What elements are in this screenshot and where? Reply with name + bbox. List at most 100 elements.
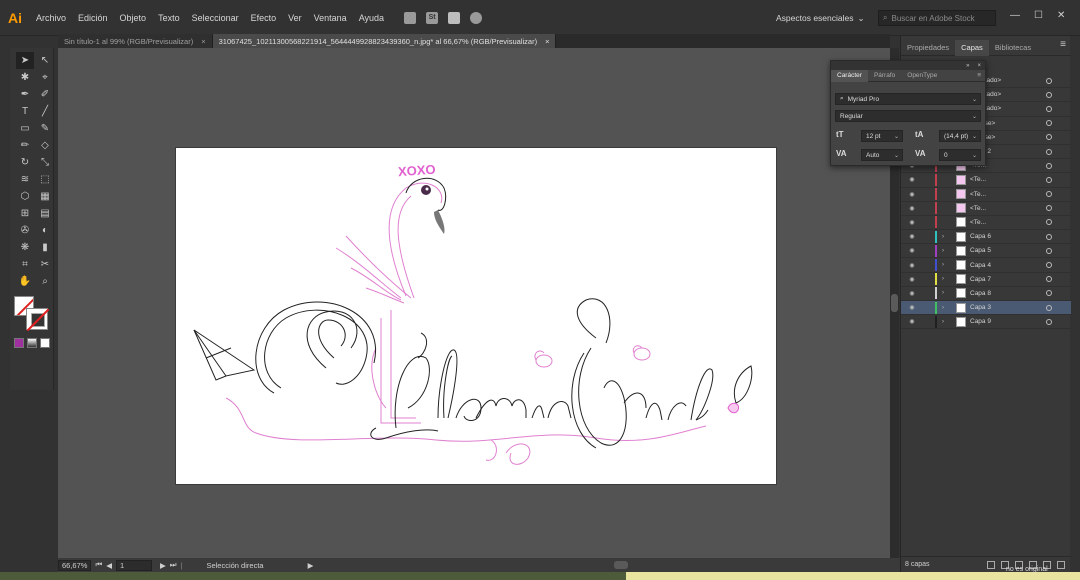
zoom-tool[interactable]: ⌕ [36, 273, 54, 290]
target-icon[interactable] [1046, 262, 1052, 269]
next-artboard-icon[interactable]: ▶ [160, 561, 166, 570]
kerning-field[interactable]: Auto ⌄ [861, 149, 903, 161]
line-segment-tool[interactable]: ╱ [36, 103, 54, 120]
target-icon[interactable] [1046, 134, 1052, 141]
layer-row[interactable]: ◉ <Te... [901, 202, 1071, 216]
trash-icon[interactable] [1057, 560, 1065, 569]
target-icon[interactable] [1046, 91, 1052, 98]
maximize-button[interactable]: ☐ [1034, 10, 1043, 21]
panel-menu-icon[interactable]: ≡ [977, 72, 985, 79]
artboard[interactable]: XOXO [176, 148, 776, 484]
fill-stroke-swatches[interactable] [14, 296, 52, 332]
tab-document-untitled[interactable]: Sin título-1 al 99% (RGB/Previsualizar) … [58, 34, 213, 48]
target-icon[interactable] [1046, 219, 1052, 226]
last-artboard-icon[interactable]: ⏭ [170, 560, 177, 570]
layer-row[interactable]: ◉ <Te... [901, 188, 1071, 202]
menu-archivo[interactable]: Archivo [30, 13, 72, 23]
gpu-icon[interactable] [470, 11, 483, 24]
target-icon[interactable] [1046, 205, 1052, 212]
adobe-stock-search[interactable]: ⌕ Buscar en Adobe Stock [878, 10, 996, 26]
visibility-eye-icon[interactable]: ◉ [907, 233, 917, 240]
perspective-grid-tool[interactable]: ▦ [36, 188, 54, 205]
rotate-tool[interactable]: ↻ [16, 154, 34, 171]
visibility-eye-icon[interactable]: ◉ [907, 205, 917, 212]
layer-row[interactable]: ◉ › Capa 6 [901, 230, 1071, 245]
menu-seleccionar[interactable]: Seleccionar [186, 13, 245, 23]
target-icon[interactable] [1046, 176, 1052, 183]
scale-tool[interactable]: ⤡ [36, 154, 54, 171]
slice-tool[interactable]: ✂ [36, 256, 54, 273]
close-icon[interactable]: × [545, 37, 549, 46]
visibility-eye-icon[interactable]: ◉ [907, 262, 917, 269]
artboard-number-field[interactable]: 1 [115, 559, 152, 571]
layer-row[interactable]: ◉ › Capa 8 [901, 287, 1071, 301]
none-mode-button[interactable] [40, 338, 50, 348]
tab-document-flamingo[interactable]: 31067425_10211300568221914_5644449928823… [212, 34, 557, 48]
selection-tool[interactable]: ➤ [16, 52, 34, 69]
bridge-icon[interactable] [404, 11, 417, 24]
color-mode-button[interactable] [14, 338, 24, 348]
target-icon[interactable] [1046, 162, 1052, 169]
visibility-eye-icon[interactable]: ◉ [907, 276, 917, 283]
symbol-sprayer-tool[interactable]: ❋ [16, 239, 34, 256]
tab-bibliotecas[interactable]: Bibliotecas [989, 40, 1037, 56]
direct-selection-tool[interactable]: ↖ [36, 52, 54, 69]
tab-parrafo[interactable]: Párrafo [868, 70, 901, 82]
visibility-eye-icon[interactable]: ◉ [907, 318, 917, 325]
visibility-eye-icon[interactable]: ◉ [907, 219, 917, 226]
gradient-tool[interactable]: ▤ [36, 205, 54, 222]
chevron-right-icon[interactable]: › [942, 248, 944, 254]
workspace-switcher[interactable]: Aspectos esenciales ⌄ [776, 10, 872, 26]
prev-artboard-icon[interactable]: ◀ [106, 561, 112, 570]
mesh-tool[interactable]: ⊞ [16, 205, 34, 222]
menu-texto[interactable]: Texto [152, 13, 186, 23]
layer-row[interactable]: ◉ <Te... [901, 216, 1071, 231]
shape-builder-tool[interactable]: ⬡ [16, 188, 34, 205]
target-icon[interactable] [1046, 77, 1052, 84]
menu-ventana[interactable]: Ventana [308, 13, 353, 23]
visibility-eye-icon[interactable]: ◉ [907, 290, 917, 297]
target-icon[interactable] [1046, 276, 1052, 283]
chevron-right-icon[interactable]: › [942, 234, 944, 240]
gradient-mode-button[interactable] [27, 338, 37, 348]
layer-row[interactable]: ◉ › Capa 5 [901, 244, 1071, 259]
font-family-select[interactable]: ⌕ Myriad Pro ⌄ [835, 93, 981, 105]
hand-tool[interactable]: ✋ [16, 273, 34, 290]
menu-edicion[interactable]: Edición [72, 13, 114, 23]
type-tool[interactable]: T [16, 103, 34, 120]
horizontal-scrollbar-thumb[interactable] [614, 561, 628, 569]
status-menu-arrow-icon[interactable]: ▶ [308, 561, 314, 570]
rectangle-tool[interactable]: ▭ [16, 120, 34, 137]
tab-opentype[interactable]: OpenType [901, 70, 943, 82]
artwork-flamingo-girl[interactable]: XOXO [176, 148, 776, 484]
target-icon[interactable] [1046, 120, 1052, 127]
arrange-documents-icon[interactable] [448, 11, 461, 24]
layer-row[interactable]: ◉ › Capa 7 [901, 273, 1071, 287]
export-icon[interactable] [987, 560, 995, 569]
pen-tool[interactable]: ✒ [16, 86, 34, 103]
stock-icon[interactable]: St [426, 11, 439, 24]
shaper-tool[interactable]: ✏ [16, 137, 34, 154]
first-artboard-icon[interactable]: ⏮ [95, 560, 102, 570]
close-icon[interactable]: × [977, 63, 981, 69]
zoom-level-field[interactable]: 66,67% [58, 559, 92, 571]
artboard-tool[interactable]: ⌗ [16, 256, 34, 273]
menu-ayuda[interactable]: Ayuda [353, 13, 390, 23]
visibility-eye-icon[interactable]: ◉ [907, 304, 917, 311]
eraser-tool[interactable]: ◇ [36, 137, 54, 154]
paintbrush-tool[interactable]: ✎ [36, 120, 54, 137]
target-icon[interactable] [1046, 318, 1052, 325]
font-style-select[interactable]: Regular ⌄ [835, 110, 981, 122]
target-icon[interactable] [1046, 105, 1052, 112]
target-icon[interactable] [1046, 290, 1052, 297]
blend-tool[interactable]: ◐ [36, 222, 54, 239]
tab-caracter[interactable]: Carácter [831, 69, 868, 82]
target-icon[interactable] [1046, 304, 1052, 311]
target-icon[interactable] [1046, 247, 1052, 254]
minimize-button[interactable]: — [1010, 10, 1020, 21]
panel-menu-icon[interactable]: ≡ [1060, 39, 1066, 50]
curvature-tool[interactable]: ✐ [36, 86, 54, 103]
magic-wand-tool[interactable]: ✱ [16, 69, 34, 86]
menu-ver[interactable]: Ver [282, 13, 308, 23]
chevron-right-icon[interactable]: › [942, 290, 944, 296]
